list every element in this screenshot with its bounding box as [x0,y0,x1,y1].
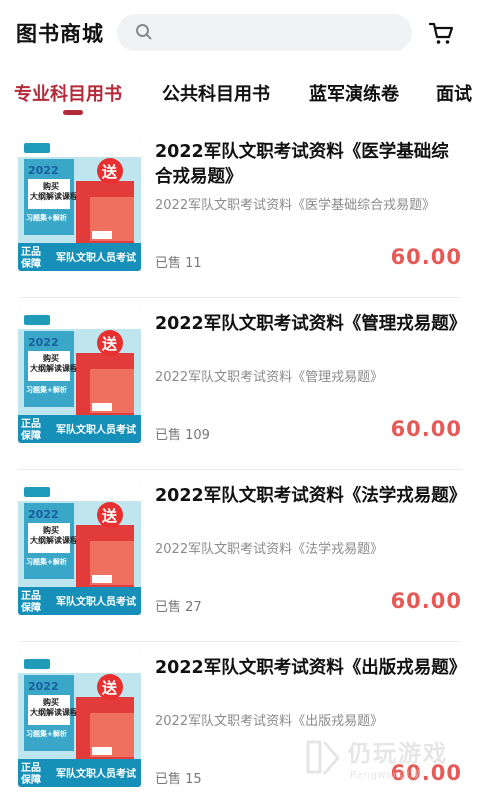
thumb-genuine-1: 正品 [21,418,41,430]
product-title: 2022军队文职考试资料《管理戎易题》 [155,314,467,334]
product-sold-count: 已售 11 [155,256,202,271]
product-subtitle: 2022军队文职考试资料《医学基础综合戎易题》 [155,198,436,213]
product-price: 60.00 [390,417,462,441]
product-thumbnail: 2022 购买 大纲解读课程 习题集+解析 送 正品 保障 军队文职人员考试 [18,655,141,787]
thumb-gift: 送 [101,163,118,181]
thumb-genuine-2: 保障 [20,601,41,614]
thumb-buy: 购买 [43,353,59,363]
thumb-exercise: 习题集+解析 [26,729,67,738]
thumb-exercise: 习题集+解析 [26,557,67,566]
thumb-course: 大纲解读课程 [30,535,78,545]
thumb-course: 大纲解读课程 [30,707,78,717]
product-thumbnail: 2022 购买 大纲解读课程 习题集+解析 送 正品 保障 军队文职人员考试 [18,139,141,271]
app-header: 图书商城 [0,0,480,64]
thumb-gift: 送 [101,335,118,353]
thumb-buy: 购买 [43,697,59,707]
product-sold-count: 已售 15 [155,772,202,787]
thumb-genuine-2: 保障 [20,429,41,442]
thumb-gift: 送 [101,679,118,697]
thumb-course: 大纲解读课程 [30,363,78,373]
product-subtitle: 2022军队文职考试资料《法学戎易题》 [155,542,384,557]
thumb-banner: 军队文职人员考试 [56,423,136,436]
product-sold-count: 已售 27 [155,600,202,615]
product-card[interactable]: 2022 购买 大纲解读课程 习题集+解析 送 正品 保障 军队文职人员考试 2… [0,298,480,470]
category-tabs: 专业科目用书 公共科目用书 蓝军演练卷 面试 [0,72,480,118]
thumb-banner: 军队文职人员考试 [56,595,136,608]
thumb-genuine-1: 正品 [21,762,41,774]
product-subtitle: 2022军队文职考试资料《管理戎易题》 [155,370,384,385]
page-title: 图书商城 [16,22,104,46]
thumb-year: 2022 [28,336,59,349]
product-subtitle: 2022军队文职考试资料《出版戎易题》 [155,714,384,729]
thumb-genuine-1: 正品 [21,590,41,602]
tab-blue-army-drills[interactable]: 蓝军演练卷 [309,80,399,106]
active-tab-indicator [63,110,83,115]
product-thumbnail: 2022 购买 大纲解读课程 习题集+解析 送 正品 保障 军队文职人员考试 [18,483,141,615]
thumb-genuine-1: 正品 [21,246,41,258]
product-sold-count: 已售 109 [155,428,210,443]
product-card[interactable]: 2022 购买 大纲解读课程 习题集+解析 送 正品 保障 军队文职人员考试 2… [0,642,480,800]
thumb-exercise: 习题集+解析 [26,213,67,222]
tab-professional-books[interactable]: 专业科目用书 [14,80,122,106]
thumb-buy: 购买 [43,525,59,535]
product-title: 2022军队文职考试资料《医学基础综合戎易题》 [155,142,449,187]
thumb-gift: 送 [101,507,118,525]
search-icon [136,24,152,40]
search-input[interactable] [117,14,412,51]
product-card[interactable]: 2022 购买 大纲解读课程 习题集+解析 送 正品 保障 军队文职人员考试 2… [0,470,480,642]
thumb-banner: 军队文职人员考试 [56,251,136,264]
thumb-year: 2022 [28,508,59,521]
thumb-course: 大纲解读课程 [30,191,78,201]
thumb-banner: 军队文职人员考试 [56,767,136,780]
product-price: 60.00 [390,589,462,613]
thumb-genuine-2: 保障 [20,773,41,786]
thumb-year: 2022 [28,164,59,177]
product-thumbnail: 2022 购买 大纲解读课程 习题集+解析 送 正品 保障 军队文职人员考试 [18,311,141,443]
thumb-exercise: 习题集+解析 [26,385,67,394]
product-price: 60.00 [390,245,462,269]
product-price: 60.00 [390,761,462,785]
product-title: 2022军队文职考试资料《出版戎易题》 [155,658,467,678]
shopping-cart-icon[interactable] [428,20,454,46]
product-title: 2022军队文职考试资料《法学戎易题》 [155,486,467,506]
product-card[interactable]: 2022 购买 大纲解读课程 习题集+解析 送 正品 保障 军队文职人员考试 2… [0,126,480,298]
tab-interview[interactable]: 面试 [436,80,472,106]
thumb-buy: 购买 [43,181,59,191]
thumb-genuine-2: 保障 [20,257,41,270]
tab-public-books[interactable]: 公共科目用书 [162,80,270,106]
thumb-year: 2022 [28,680,59,693]
